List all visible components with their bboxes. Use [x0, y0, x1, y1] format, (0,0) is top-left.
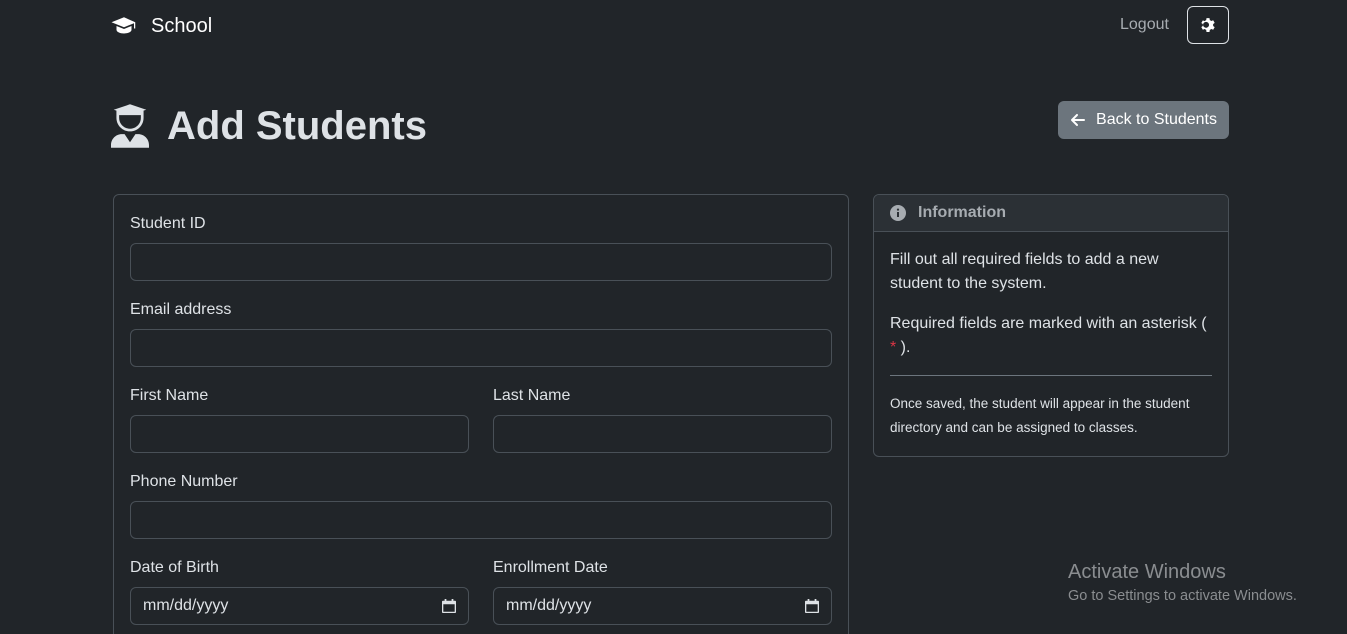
phone-input[interactable]	[130, 501, 832, 539]
dob-label: Date of Birth	[130, 559, 219, 576]
student-id-label: Student ID	[130, 215, 206, 232]
info-note: Once saved, the student will appear in t…	[890, 396, 1190, 435]
calendar-icon[interactable]	[442, 599, 456, 613]
navbar: School Logout	[0, 0, 1347, 52]
student-form-card: Student ID Email address First Name Last…	[113, 194, 849, 634]
back-button-label: Back to Students	[1096, 111, 1217, 128]
phone-label: Phone Number	[130, 473, 238, 490]
brand-label: School	[151, 14, 213, 37]
information-card-body: Fill out all required fields to add a ne…	[874, 232, 1228, 456]
graduation-cap-icon	[111, 17, 136, 34]
last-name-input[interactable]	[493, 415, 832, 453]
page-title: Add Students	[111, 101, 427, 151]
brand-link[interactable]: School	[111, 13, 212, 39]
last-name-label: Last Name	[493, 387, 571, 404]
info-divider	[890, 375, 1212, 376]
dob-input[interactable]: mm/dd/yyyy	[130, 587, 469, 625]
watermark-title: Activate Windows	[1068, 561, 1226, 583]
info-paragraph-2-start: Required fields are marked with an aster…	[890, 315, 1207, 332]
dob-value: mm/dd/yyyy	[143, 597, 229, 614]
enrollment-label: Enrollment Date	[493, 559, 608, 576]
watermark-subtitle: Go to Settings to activate Windows.	[1068, 588, 1297, 604]
logout-link[interactable]: Logout	[1120, 16, 1169, 34]
user-graduate-icon	[111, 104, 149, 148]
page-title-text: Add Students	[167, 103, 427, 148]
information-title: Information	[918, 204, 1006, 221]
first-name-input[interactable]	[130, 415, 469, 453]
info-paragraph-1: Fill out all required fields to add a ne…	[890, 251, 1159, 292]
email-input[interactable]	[130, 329, 832, 367]
gear-icon	[1201, 18, 1215, 32]
student-id-input[interactable]	[130, 243, 832, 281]
activate-windows-watermark: Activate Windows Go to Settings to activ…	[1068, 561, 1297, 604]
enrollment-input[interactable]: mm/dd/yyyy	[493, 587, 832, 625]
email-label: Email address	[130, 301, 232, 318]
first-name-label: First Name	[130, 387, 209, 404]
info-paragraph-2-end: ).	[896, 339, 911, 356]
back-to-students-button[interactable]: Back to Students	[1058, 101, 1229, 139]
calendar-icon[interactable]	[805, 599, 819, 613]
information-card: Information Fill out all required fields…	[873, 194, 1229, 457]
arrow-left-icon	[1071, 113, 1086, 127]
info-circle-icon	[890, 205, 906, 221]
info-paragraph-2: Required fields are marked with an aster…	[890, 312, 1212, 360]
information-card-header: Information	[874, 195, 1228, 232]
theme-toggle-button[interactable]	[1187, 6, 1229, 44]
enrollment-value: mm/dd/yyyy	[506, 597, 592, 614]
